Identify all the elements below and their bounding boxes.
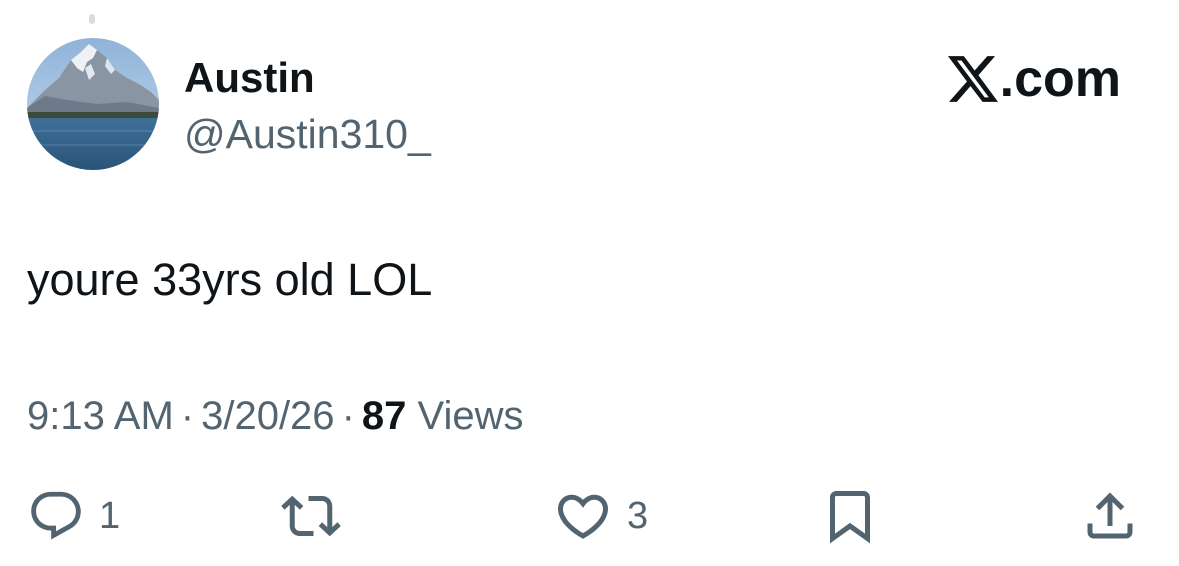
- like-count: 3: [627, 495, 649, 537]
- bookmark-button[interactable]: [820, 484, 880, 548]
- share-button[interactable]: [1080, 484, 1140, 548]
- reply-button[interactable]: 1: [27, 484, 120, 548]
- tweet-time[interactable]: 9:13 AM: [27, 394, 174, 438]
- share-icon: [1087, 492, 1133, 539]
- author-display-name[interactable]: Austin: [184, 54, 315, 102]
- reply-count: 1: [99, 495, 121, 537]
- avatar-image: [27, 38, 159, 170]
- tweet-meta: 9:13 AM · 3/20/26 · 87 Views: [27, 392, 524, 440]
- meta-separator: ·: [180, 394, 195, 438]
- bookmark-icon: [830, 491, 870, 544]
- views-label: Views: [417, 394, 524, 438]
- tweet-text: youre 33yrs old LOL: [27, 254, 433, 305]
- avatar[interactable]: [27, 38, 159, 170]
- brand-watermark: .com: [947, 50, 1121, 108]
- tweet-date[interactable]: 3/20/26: [201, 394, 334, 438]
- views-count: 87: [361, 394, 407, 438]
- like-button[interactable]: 3: [553, 484, 648, 548]
- x-logo-icon: [947, 56, 998, 102]
- repost-button[interactable]: [281, 484, 341, 548]
- drag-handle: [89, 14, 95, 24]
- author-handle[interactable]: @Austin310_: [184, 110, 431, 158]
- heart-icon: [557, 494, 609, 539]
- brand-text: .com: [999, 50, 1121, 108]
- meta-separator: ·: [341, 394, 355, 438]
- repost-icon: [281, 495, 341, 537]
- reply-icon: [31, 491, 81, 540]
